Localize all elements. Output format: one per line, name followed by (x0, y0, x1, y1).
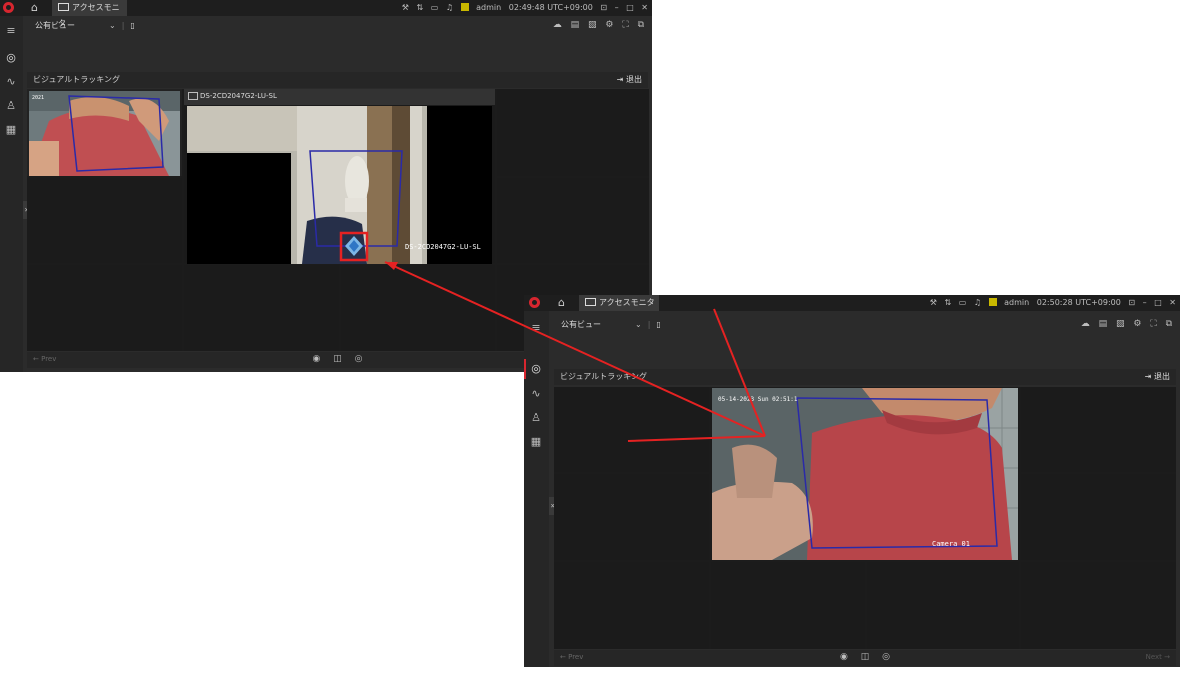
annotation-overlay (384, 261, 766, 442)
annotation-line (627, 435, 766, 442)
annotation-arrow-line (384, 261, 766, 437)
